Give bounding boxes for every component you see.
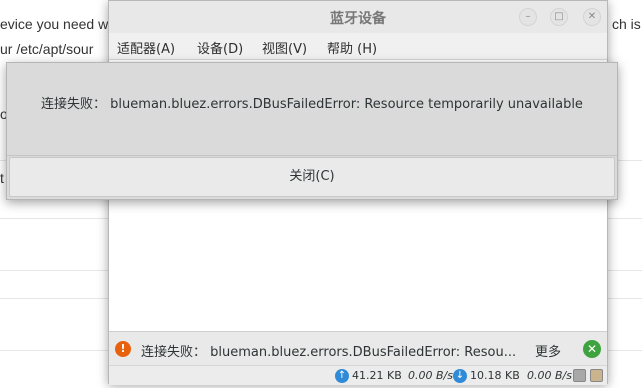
background-text-line: evice you need w [0,16,109,32]
menu-device[interactable]: 设备(D) [197,38,243,57]
menu-bar: 适配器(A) 设备(D) 视图(V) 帮助 (H) [109,33,607,59]
dialog-divider [7,155,617,156]
maximize-button[interactable]: □ [550,8,568,26]
close-icon[interactable]: ✕ [583,340,601,358]
dialog-message: 连接失败： blueman.bluez.errors.DBusFailedErr… [41,97,583,112]
download-rate: 0.00 B/s [527,369,572,382]
upload-rate: 0.00 B/s [408,369,453,382]
dialog-close-button[interactable]: 关闭(C) [9,157,615,197]
menu-view[interactable]: 视图(V) [262,38,307,57]
download-total: 10.18 KB [470,369,520,382]
menu-help[interactable]: 帮助 (H) [327,38,377,57]
infobar-message: 连接失败： blueman.bluez.errors.DBusFailedErr… [141,345,517,360]
error-icon: ! [115,341,131,357]
download-arrow-icon: ↓ [453,369,467,383]
rx-indicator-icon [590,369,603,382]
menu-adapter[interactable]: 适配器(A) [117,38,175,57]
background-text-line: ch is [612,16,641,32]
minimize-button[interactable]: – [519,8,537,26]
tx-indicator-icon [573,369,586,382]
error-dialog: 连接失败： blueman.bluez.errors.DBusFailedErr… [6,62,618,200]
background-text-fragment: t [0,170,4,186]
upload-arrow-icon: ↑ [335,369,349,383]
upload-total: 41.21 KB [352,369,402,382]
more-button[interactable]: 更多 [535,341,561,360]
status-bar: ↑ 41.21 KB 0.00 B/s ↓ 10.18 KB 0.00 B/s [109,365,607,385]
window-close-button[interactable]: ✕ [583,8,601,26]
title-bar[interactable]: 蓝牙设备 – □ ✕ [109,1,607,33]
error-infobar: ! 连接失败： blueman.bluez.errors.DBusFailedE… [109,331,607,365]
background-text-line: ur /etc/apt/sour [0,41,94,57]
